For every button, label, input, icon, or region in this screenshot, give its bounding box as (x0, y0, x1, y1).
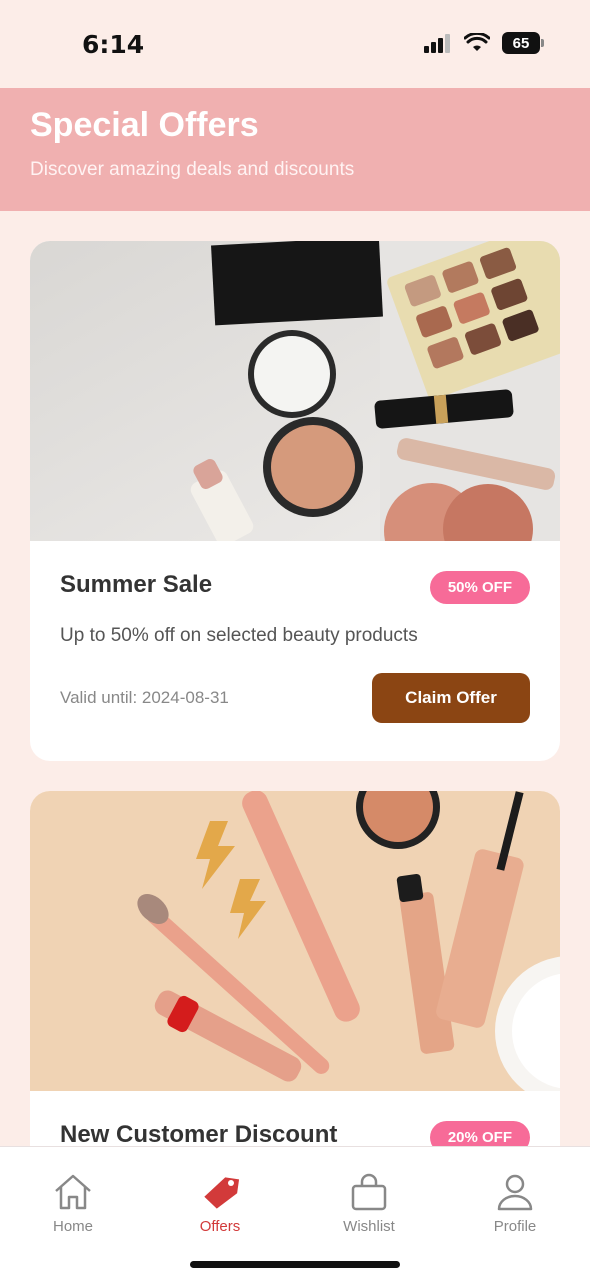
offer-description: Up to 50% off on selected beauty product… (60, 625, 418, 646)
tab-label: Offers (199, 1218, 241, 1235)
tab-home[interactable]: Home (23, 1173, 123, 1235)
tag-icon (204, 1177, 240, 1209)
page-subtitle: Discover amazing deals and discounts (30, 159, 355, 180)
tab-profile[interactable]: Profile (465, 1173, 565, 1235)
offer-image-brushes (30, 791, 560, 1091)
home-indicator (190, 1261, 400, 1268)
home-icon (55, 1174, 91, 1210)
person-icon (497, 1174, 533, 1211)
signal-icon (424, 34, 450, 53)
tab-label: Wishlist (343, 1218, 395, 1235)
status-icons: 65 (424, 32, 544, 54)
offer-card-body: Summer Sale 50% OFF Up to 50% off on sel… (30, 541, 560, 753)
status-time: 6:14 (82, 30, 145, 59)
page-header: Special Offers Discover amazing deals an… (0, 88, 590, 211)
page-title: Special Offers (30, 106, 259, 144)
offer-card-new-customer[interactable]: New Customer Discount 20% OFF (30, 791, 560, 1191)
bottom-tab-bar: Home Offers Wishlist Profile (0, 1146, 590, 1280)
discount-badge: 50% OFF (429, 571, 530, 604)
offer-valid-until: Valid until: 2024-08-31 (60, 688, 229, 707)
offer-card-summer-sale[interactable]: Summer Sale 50% OFF Up to 50% off on sel… (30, 241, 560, 761)
offer-footer: Valid until: 2024-08-31 Claim Offer (60, 673, 530, 723)
bag-icon (351, 1173, 387, 1211)
claim-offer-button[interactable]: Claim Offer (372, 673, 530, 723)
tab-label: Home (52, 1218, 93, 1235)
offer-image-makeup (30, 241, 560, 541)
battery-icon: 65 (502, 32, 544, 54)
tab-wishlist[interactable]: Wishlist (319, 1173, 419, 1235)
tab-offers[interactable]: Offers (170, 1173, 270, 1235)
tab-label: Profile (493, 1218, 537, 1235)
wifi-icon (464, 33, 490, 51)
status-bar: 6:14 65 (0, 0, 590, 88)
